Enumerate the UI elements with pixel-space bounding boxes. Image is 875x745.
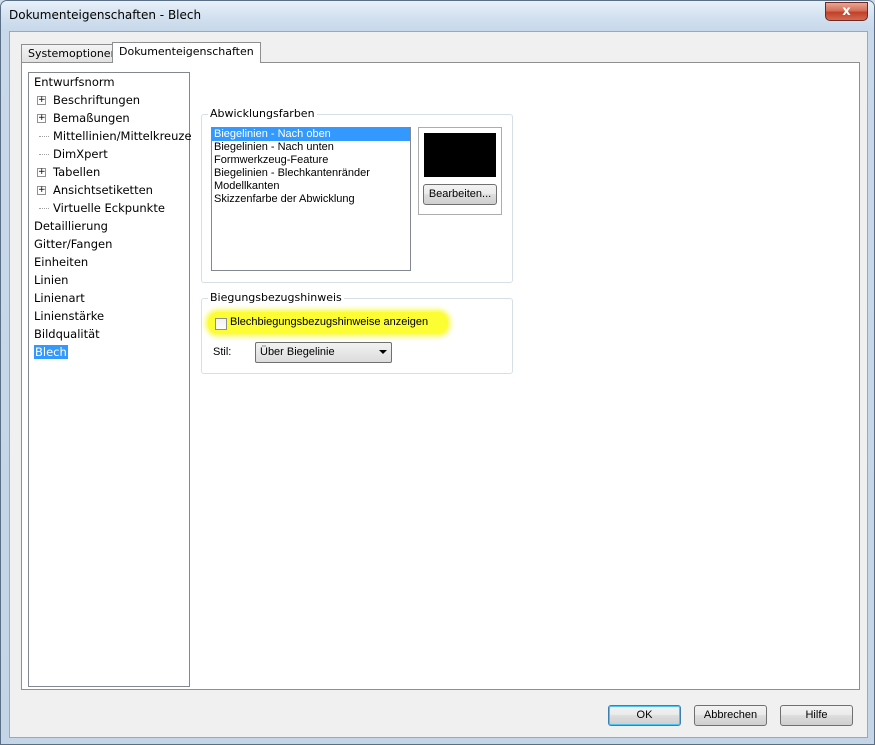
- tree-connector: [39, 208, 49, 209]
- tree-item-blech[interactable]: Blech: [34, 343, 68, 361]
- color-category-list[interactable]: Biegelinien - Nach oben Biegelinien - Na…: [211, 127, 411, 271]
- group-legend-abwicklungsfarben: Abwicklungsfarben: [208, 107, 317, 120]
- tree-item-label: Virtuelle Eckpunkte: [53, 201, 165, 215]
- tree-item-entwurfsnorm[interactable]: Entwurfsnorm: [34, 73, 115, 91]
- tree-item-label: Ansichtsetiketten: [53, 183, 153, 197]
- color-preview-frame: Bearbeiten...: [418, 127, 502, 215]
- tree-item-label: Detaillierung: [34, 219, 108, 233]
- tree-connector: [39, 136, 49, 137]
- list-item[interactable]: Biegelinien - Blechkantenränder: [212, 167, 410, 180]
- style-select[interactable]: Über Biegelinie: [255, 342, 392, 363]
- list-item[interactable]: Skizzenfarbe der Abwicklung: [212, 193, 410, 206]
- tab-systemoptionen[interactable]: Systemoptionen: [21, 44, 125, 62]
- tab-dokumenteigenschaften[interactable]: Dokumenteigenschaften: [112, 42, 261, 63]
- group-legend-biegungsbezugshinweis: Biegungsbezugshinweis: [208, 291, 344, 304]
- tree-item-label: Linienstärke: [34, 309, 105, 323]
- tree-item-label: Bemaßungen: [53, 111, 130, 125]
- expand-plus-icon[interactable]: +: [37, 168, 46, 177]
- tree-item-label: Linien: [34, 273, 69, 287]
- tree-item-detaillierung[interactable]: Detaillierung: [34, 217, 108, 235]
- window-title: Dokumenteigenschaften - Blech: [9, 8, 202, 22]
- tree-item-label: Linienart: [34, 291, 85, 305]
- tree-item-label: Tabellen: [53, 165, 101, 179]
- ok-button[interactable]: OK: [608, 705, 681, 726]
- expand-plus-icon[interactable]: +: [37, 186, 46, 195]
- tree-item-label: Bildqualität: [34, 327, 100, 341]
- expand-plus-icon[interactable]: +: [37, 96, 46, 105]
- tree-item-label: Beschriftungen: [53, 93, 141, 107]
- tree-item-dimxpert[interactable]: DimXpert: [39, 145, 108, 163]
- list-item[interactable]: Formwerkzeug-Feature: [212, 154, 410, 167]
- expand-plus-icon[interactable]: +: [37, 114, 46, 123]
- property-tree[interactable]: Entwurfsnorm + Beschriftungen + Bemaßungen…: [28, 72, 192, 687]
- tree-item-label: Entwurfsnorm: [34, 75, 115, 89]
- chevron-down-icon: [379, 350, 387, 354]
- tree-item-ansichtsetiketten[interactable]: + Ansichtsetiketten: [37, 181, 153, 199]
- color-swatch: [424, 133, 496, 177]
- dialog-window: Dokumenteigenschaften - Blech x Systemop…: [0, 0, 875, 745]
- title-bar[interactable]: Dokumenteigenschaften - Blech x: [1, 1, 874, 31]
- tree-item-einheiten[interactable]: Einheiten: [34, 253, 88, 271]
- tree-item-linien[interactable]: Linien: [34, 271, 68, 289]
- tree-item-mittellinien[interactable]: Mittellinien/Mittelkreuze: [39, 127, 192, 145]
- show-bend-notes-checkbox[interactable]: [215, 318, 227, 330]
- tree-item-virtuelle-eckpunkte[interactable]: Virtuelle Eckpunkte: [39, 199, 165, 217]
- cancel-button[interactable]: Abbrechen: [694, 705, 767, 726]
- tree-item-label: Blech: [34, 345, 68, 359]
- list-item[interactable]: Biegelinien - Nach oben: [212, 128, 410, 141]
- tree-item-bemassungen[interactable]: + Bemaßungen: [37, 109, 130, 127]
- tree-item-gitter-fangen[interactable]: Gitter/Fangen: [34, 235, 112, 253]
- tree-item-label: Mittellinien/Mittelkreuze: [53, 129, 192, 143]
- edit-color-button[interactable]: Bearbeiten...: [423, 184, 497, 205]
- show-bend-notes-label[interactable]: Blechbiegungsbezugshinweise anzeigen: [230, 316, 428, 328]
- tree-connector: [39, 154, 49, 155]
- style-select-value: Über Biegelinie: [260, 346, 335, 358]
- close-button[interactable]: x: [825, 2, 868, 21]
- tree-item-bildqualitaet[interactable]: Bildqualität: [34, 325, 100, 343]
- tree-item-linienart[interactable]: Linienart: [34, 289, 85, 307]
- dialog-client-area: Systemoptionen Dokumenteigenschaften Ent…: [9, 31, 868, 738]
- tree-item-linienstaerke[interactable]: Linienstärke: [34, 307, 104, 325]
- tab-panel: Entwurfsnorm + Beschriftungen + Bemaßungen…: [21, 62, 860, 690]
- style-label: Stil:: [213, 346, 232, 358]
- help-button[interactable]: Hilfe: [780, 705, 853, 726]
- tree-item-beschriftungen[interactable]: + Beschriftungen: [37, 91, 141, 109]
- tree-item-label: DimXpert: [53, 147, 108, 161]
- group-abwicklungsfarben: Abwicklungsfarben Biegelinien - Nach obe…: [201, 107, 513, 283]
- tree-item-label: Einheiten: [34, 255, 89, 269]
- tree-item-tabellen[interactable]: + Tabellen: [37, 163, 101, 181]
- list-item[interactable]: Biegelinien - Nach unten: [212, 141, 410, 154]
- list-item[interactable]: Modellkanten: [212, 180, 410, 193]
- tree-item-label: Gitter/Fangen: [34, 237, 113, 251]
- group-biegungsbezugshinweis: Biegungsbezugshinweis Blechbiegungsbezug…: [201, 291, 513, 374]
